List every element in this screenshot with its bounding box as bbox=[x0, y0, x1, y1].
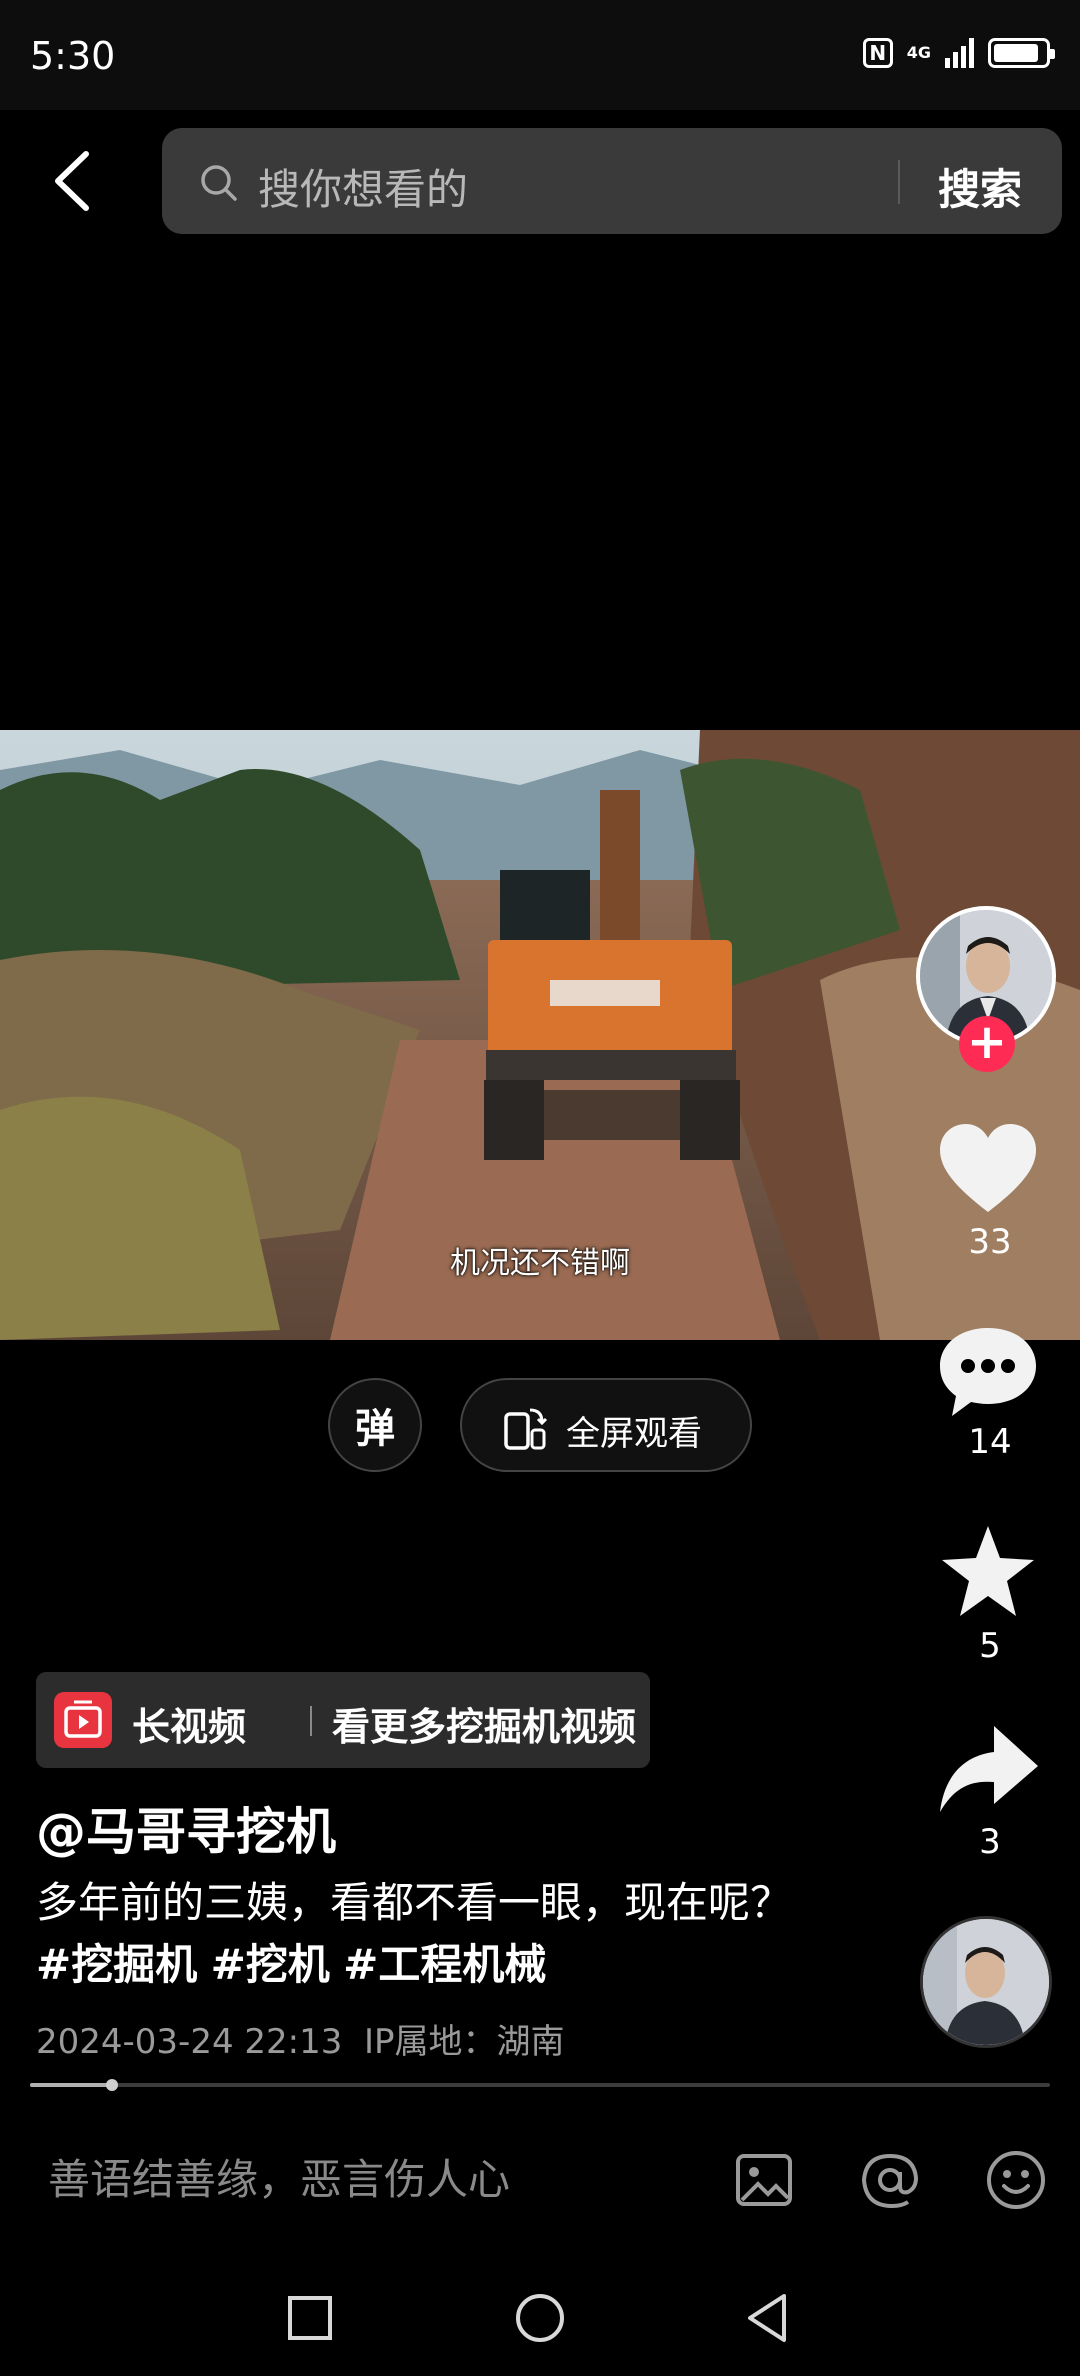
search-button[interactable]: 搜索 bbox=[938, 156, 1022, 217]
danmu-label: 弹 bbox=[355, 1406, 395, 1452]
square-icon[interactable] bbox=[282, 2290, 338, 2346]
image-icon[interactable] bbox=[732, 2148, 796, 2212]
status-time: 5:30 bbox=[30, 34, 116, 78]
favorite-count: 5 bbox=[979, 1626, 1001, 1666]
battery-level bbox=[994, 44, 1039, 62]
like-count: 33 bbox=[968, 1222, 1012, 1262]
long-video-title: 长视频 bbox=[132, 1705, 247, 1749]
network-type: 4G bbox=[906, 43, 931, 62]
hashtag[interactable]: #挖机 bbox=[211, 1940, 330, 1989]
progress-handle[interactable] bbox=[105, 2079, 118, 2091]
hashtag[interactable]: #挖掘机 bbox=[36, 1940, 197, 1989]
nfc-icon: N bbox=[862, 38, 893, 68]
post-caption: 多年前的三姨，看都不看一眼，现在呢？ #挖掘机 #挖机 #工程机械 bbox=[36, 1872, 796, 1996]
fullscreen-button[interactable]: 全屏观看 bbox=[460, 1378, 752, 1472]
long-video-icon bbox=[54, 1692, 112, 1748]
comment-count: 14 bbox=[968, 1422, 1012, 1462]
music-disc-image bbox=[923, 1919, 1049, 2045]
triangle-back-icon[interactable] bbox=[740, 2290, 796, 2346]
long-video-banner[interactable]: 长视频 看更多挖掘机视频 bbox=[36, 1672, 650, 1768]
share-arrow-icon[interactable] bbox=[934, 1720, 1042, 1820]
music-disc-avatar[interactable] bbox=[920, 1916, 1052, 2048]
long-video-link-text: 看更多挖掘机视频 bbox=[332, 1705, 637, 1749]
danmu-toggle-button[interactable]: 弹 bbox=[328, 1378, 422, 1472]
search-input[interactable]: 搜你想看的 bbox=[258, 156, 468, 217]
at-icon[interactable] bbox=[858, 2148, 922, 2212]
comment-bubble-icon[interactable] bbox=[934, 1322, 1042, 1422]
emoji-icon[interactable] bbox=[984, 2148, 1048, 2212]
caption-text: 多年前的三姨，看都不看一眼，现在呢？ bbox=[36, 1878, 793, 1927]
post-meta: 2024-03-24 22:13 IP属地：湖南 bbox=[36, 2014, 565, 2063]
hashtag[interactable]: #工程机械 bbox=[343, 1940, 546, 1989]
search-divider bbox=[898, 160, 900, 204]
status-icons: N 4G bbox=[862, 38, 1055, 68]
rotate-phone-icon bbox=[504, 1408, 548, 1450]
share-count: 3 bbox=[979, 1822, 1001, 1862]
heart-icon[interactable] bbox=[934, 1120, 1042, 1220]
search-bar[interactable]: 搜你想看的 搜索 bbox=[162, 128, 1062, 234]
status-bar: 5:30 N 4G bbox=[0, 0, 1080, 110]
progress-fill bbox=[30, 2083, 112, 2087]
banner-divider bbox=[310, 1706, 312, 1736]
search-icon bbox=[201, 165, 237, 201]
fullscreen-label: 全屏观看 bbox=[566, 1414, 702, 1454]
playback-progress-bar[interactable] bbox=[30, 2079, 1050, 2091]
battery-icon bbox=[988, 38, 1055, 68]
chevron-left-icon bbox=[55, 151, 89, 211]
comment-input[interactable]: 善语结善缘，恶言伤人心 bbox=[48, 2146, 510, 2207]
follow-button[interactable]: + bbox=[959, 1016, 1015, 1072]
circle-icon[interactable] bbox=[512, 2290, 568, 2346]
back-button[interactable] bbox=[42, 146, 106, 216]
author-name[interactable]: @马哥寻挖机 bbox=[36, 1792, 336, 1864]
star-icon[interactable] bbox=[934, 1522, 1042, 1622]
post-timestamp: 2024-03-24 22:13 bbox=[36, 2022, 343, 2062]
signal-icon bbox=[945, 38, 974, 68]
ip-location: IP属地：湖南 bbox=[364, 2022, 565, 2062]
